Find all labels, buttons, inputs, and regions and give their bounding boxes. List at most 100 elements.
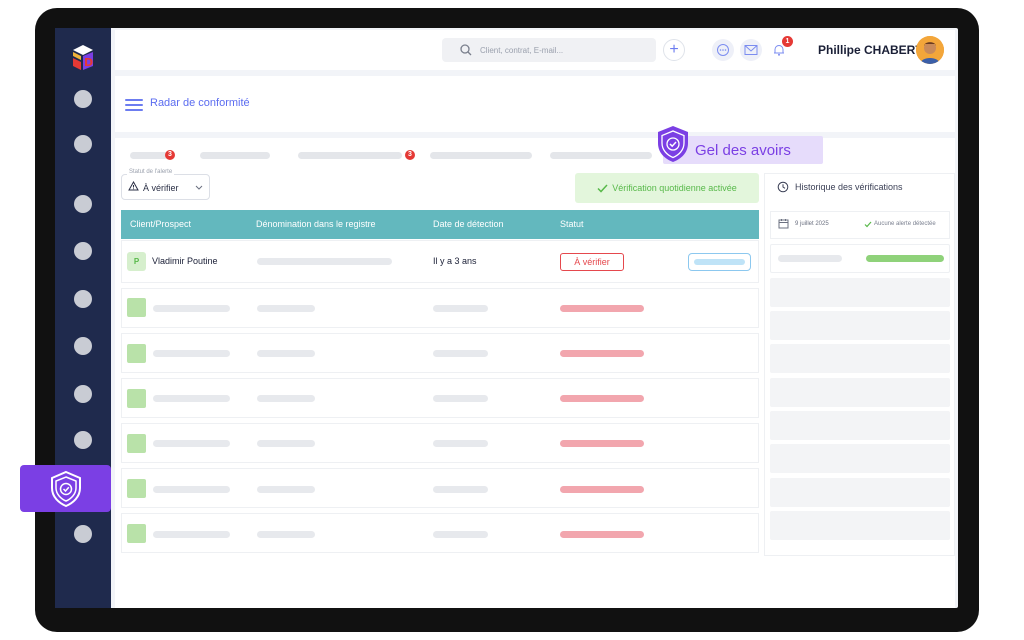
denomination-placeholder: [257, 531, 315, 538]
chat-icon: [716, 43, 730, 57]
tab-3[interactable]: [298, 152, 402, 159]
history-row[interactable]: [770, 444, 950, 473]
mail-button[interactable]: [740, 39, 762, 61]
history-row[interactable]: [770, 311, 950, 340]
verification-banner-text: Vérification quotidienne activée: [612, 183, 737, 193]
sidebar-item-3[interactable]: [74, 195, 92, 213]
history-row[interactable]: [770, 344, 950, 373]
client-avatar-placeholder: [127, 524, 146, 543]
denomination-placeholder: [257, 486, 315, 493]
svg-text:D: D: [84, 56, 93, 69]
client-avatar-placeholder: [127, 434, 146, 453]
date-placeholder: [433, 531, 488, 538]
search-icon: [460, 44, 472, 56]
status-placeholder: [560, 395, 644, 402]
sidebar-item-compliance[interactable]: [20, 465, 111, 512]
chat-button[interactable]: [712, 39, 734, 61]
search-input[interactable]: Client, contrat, E-mail...: [442, 38, 656, 62]
client-placeholder: [153, 350, 230, 357]
denomination-placeholder: [257, 305, 315, 312]
verification-banner: Vérification quotidienne activée: [575, 173, 759, 203]
history-date-placeholder: [778, 255, 842, 262]
shield-check-icon: [49, 470, 83, 508]
status-placeholder: [560, 531, 644, 538]
search-placeholder: Client, contrat, E-mail...: [480, 46, 563, 55]
tab-1[interactable]: [130, 152, 168, 159]
client-placeholder: [153, 440, 230, 447]
denomination-placeholder: [257, 395, 315, 402]
date-placeholder: [433, 486, 488, 493]
status-placeholder: [560, 350, 644, 357]
sidebar-item-6[interactable]: [74, 337, 92, 355]
history-title: Historique des vérifications: [795, 182, 903, 192]
client-avatar-placeholder: [127, 389, 146, 408]
client-placeholder: [153, 486, 230, 493]
denomination-placeholder: [257, 440, 315, 447]
notification-badge: 1: [782, 36, 793, 47]
sidebar-item-5[interactable]: [74, 290, 92, 308]
sidebar-item-9[interactable]: [74, 525, 92, 543]
column-header-client[interactable]: Client/Prospect: [130, 219, 191, 229]
history-status-placeholder: [866, 255, 944, 262]
user-name[interactable]: Phillipe CHABERT: [818, 43, 923, 57]
status-placeholder: [560, 440, 644, 447]
history-row[interactable]: [770, 511, 950, 540]
tab-gel-des-avoirs-label: Gel des avoirs: [695, 142, 791, 159]
status-badge[interactable]: À vérifier: [560, 253, 624, 271]
menu-icon[interactable]: [125, 99, 143, 111]
shield-check-icon: [655, 124, 691, 164]
client-initial-badge: P: [127, 252, 146, 271]
client-avatar-placeholder: [127, 479, 146, 498]
chevron-down-icon: [195, 185, 203, 191]
date-placeholder: [433, 350, 488, 357]
check-icon: [597, 184, 608, 193]
status-filter-legend: Statut de l'alerte: [127, 169, 174, 175]
client-placeholder: [153, 395, 230, 402]
row-action-button[interactable]: [688, 253, 751, 271]
history-row[interactable]: [770, 411, 950, 440]
history-row[interactable]: [770, 378, 950, 407]
sidebar: [55, 28, 111, 608]
history-entry-date: 9 juillet 2025: [795, 221, 829, 227]
sidebar-item-4[interactable]: [74, 242, 92, 260]
detection-date: Il y a 3 ans: [433, 256, 477, 266]
history-row[interactable]: [770, 278, 950, 307]
avatar[interactable]: [916, 36, 944, 64]
date-placeholder: [433, 440, 488, 447]
status-placeholder: [560, 486, 644, 493]
calendar-icon: [778, 218, 789, 229]
status-filter-value: À vérifier: [143, 183, 179, 193]
denomination-placeholder: [257, 350, 315, 357]
client-avatar-placeholder: [127, 344, 146, 363]
client-name[interactable]: Vladimir Poutine: [152, 256, 218, 266]
app-logo-icon: D: [69, 44, 97, 72]
client-placeholder: [153, 305, 230, 312]
client-avatar-placeholder: [127, 298, 146, 317]
date-placeholder: [433, 395, 488, 402]
sidebar-item-7[interactable]: [74, 385, 92, 403]
sidebar-item-2[interactable]: [74, 135, 92, 153]
column-header-date[interactable]: Date de détection: [433, 219, 504, 229]
column-header-statut[interactable]: Statut: [560, 219, 584, 229]
add-button[interactable]: +: [663, 39, 685, 61]
history-entry-status: Aucune alerte détectée: [874, 221, 936, 227]
user-avatar-icon: [916, 36, 944, 64]
tab-5[interactable]: [550, 152, 652, 159]
tab-1-badge: 3: [165, 150, 175, 160]
mail-icon: [744, 44, 758, 56]
status-placeholder: [560, 305, 644, 312]
page-title: Radar de conformité: [150, 97, 250, 109]
history-row[interactable]: [770, 478, 950, 507]
tab-4[interactable]: [430, 152, 532, 159]
sidebar-item-8[interactable]: [74, 431, 92, 449]
column-header-denomination[interactable]: Dénomination dans le registre: [256, 219, 376, 229]
client-placeholder: [153, 531, 230, 538]
history-icon: [777, 181, 789, 193]
check-icon: [864, 221, 872, 228]
tab-3-badge: 3: [405, 150, 415, 160]
denomination-placeholder: [257, 258, 392, 265]
date-placeholder: [433, 305, 488, 312]
sidebar-item-1[interactable]: [74, 90, 92, 108]
tab-2[interactable]: [200, 152, 270, 159]
warning-icon: [128, 181, 139, 191]
